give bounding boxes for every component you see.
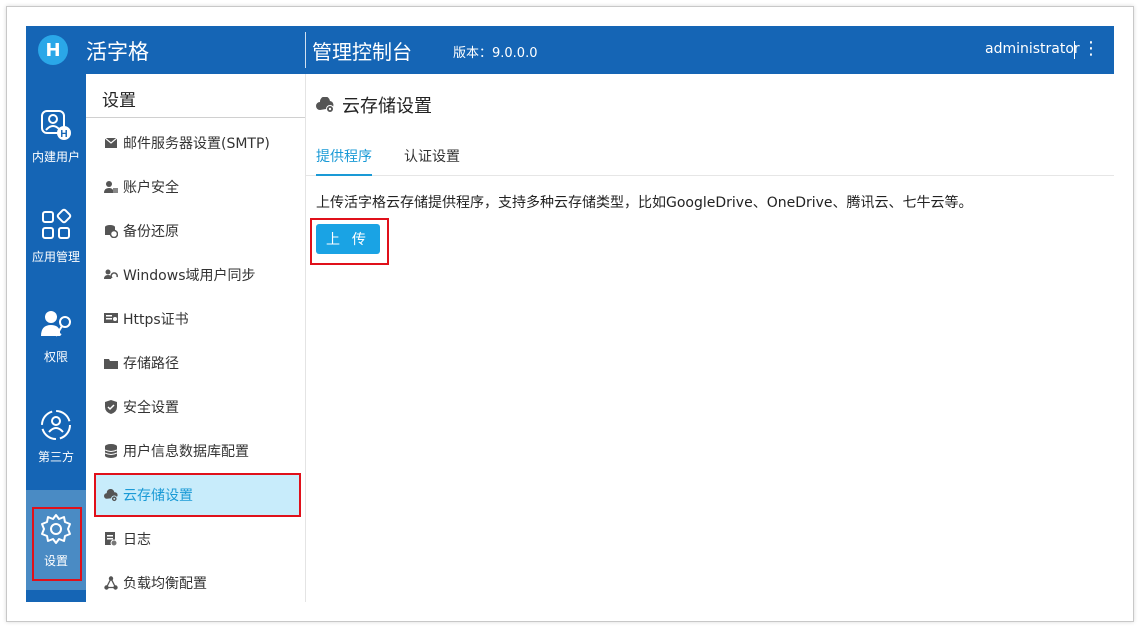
highlight-box-cloud-storage [94,473,301,517]
sidebar-item-https-cert[interactable]: Https证书 [86,297,305,341]
svg-text:H: H [60,129,67,140]
sidebar-item-load-balancing[interactable]: 负载均衡配置 [86,561,305,605]
tab-provider[interactable]: 提供程序 [316,146,372,166]
version-label: 版本：9.0.0.0 [453,46,538,61]
mail-icon [104,136,118,150]
sidebar-item-label: Https证书 [123,312,189,328]
active-tab-underline [316,174,372,176]
logo-icon: H [38,35,68,65]
network-icon [104,576,118,590]
rail-item-permissions[interactable]: 权限 [26,286,86,386]
page-title-text: 云存储设置 [342,96,432,117]
more-menu-icon[interactable]: ⋮ [1082,38,1100,60]
sidebar-title: 设置 [102,91,136,111]
database-icon [104,444,118,458]
certificate-icon [104,312,118,326]
cloud-gear-icon [316,97,334,113]
rail-item-app-management[interactable]: 应用管理 [26,186,86,286]
sidebar-item-label: 备份还原 [123,224,179,240]
user-name[interactable]: administrator [985,41,1080,57]
top-bar: H 活字格 管理控制台 版本：9.0.0.0 administrator ⋮ [26,26,1114,74]
rail-label: 第三方 [37,449,74,464]
sidebar-item-account-security[interactable]: 账户安全 [86,165,305,209]
text-caret [1074,41,1075,59]
rail-label: 权限 [43,349,68,364]
folder-icon [104,356,118,370]
apps-grid-icon [42,208,72,239]
user-lock-icon [104,180,118,194]
console-title: 管理控制台 [312,40,412,64]
sidebar-divider [86,117,305,118]
sidebar-item-security-settings[interactable]: 安全设置 [86,385,305,429]
sidebar-item-backup-restore[interactable]: 备份还原 [86,209,305,253]
highlight-box-upload [310,218,389,265]
app-name: 活字格 [86,40,149,64]
rail-label: 内建用户 [31,149,80,164]
rail-label: 应用管理 [31,249,80,264]
user-h-icon: H [41,109,71,140]
sidebar-item-smtp[interactable]: 邮件服务器设置(SMTP) [86,121,305,165]
third-party-icon [41,409,71,440]
user-sync-icon [104,268,118,282]
sidebar-item-label: 邮件服务器设置(SMTP) [123,136,270,152]
settings-sidebar: 设置 邮件服务器设置(SMTP) 账户安全 备份还原 Windows域用户同步 … [86,74,306,602]
app-window: H 活字格 管理控制台 版本：9.0.0.0 administrator ⋮ H… [26,26,1114,602]
description-text: 上传活字格云存储提供程序，支持多种云存储类型，比如GoogleDrive、One… [316,195,973,211]
sidebar-item-label: 负载均衡配置 [123,576,207,592]
main-content: 云存储设置 提供程序 认证设置 上传活字格云存储提供程序，支持多种云存储类型，比… [306,74,1114,602]
sidebar-item-storage-path[interactable]: 存储路径 [86,341,305,385]
user-key-icon [41,310,71,337]
sidebar-item-windows-sync[interactable]: Windows域用户同步 [86,253,305,297]
sidebar-item-logs[interactable]: 日志 [86,517,305,561]
sidebar-item-label: 账户安全 [123,180,179,196]
highlight-box-settings-rail [32,507,82,581]
rail-item-third-party[interactable]: 第三方 [26,386,86,486]
page-title: 云存储设置 [316,92,432,118]
sidebar-item-user-db[interactable]: 用户信息数据库配置 [86,429,305,473]
backup-icon [104,224,118,238]
sidebar-item-label: 用户信息数据库配置 [123,444,249,460]
sidebar-item-label: 安全设置 [123,400,179,416]
rail-item-builtin-users[interactable]: H 内建用户 [26,86,86,186]
sidebar-item-label: 日志 [123,532,151,548]
tab-bar: 提供程序 认证设置 [306,142,1114,176]
shield-icon [104,400,118,414]
sidebar-item-label: Windows域用户同步 [123,268,256,284]
log-icon [104,532,118,546]
sidebar-item-label: 存储路径 [123,356,179,372]
header-divider [305,32,306,68]
tab-auth-settings[interactable]: 认证设置 [404,146,460,166]
